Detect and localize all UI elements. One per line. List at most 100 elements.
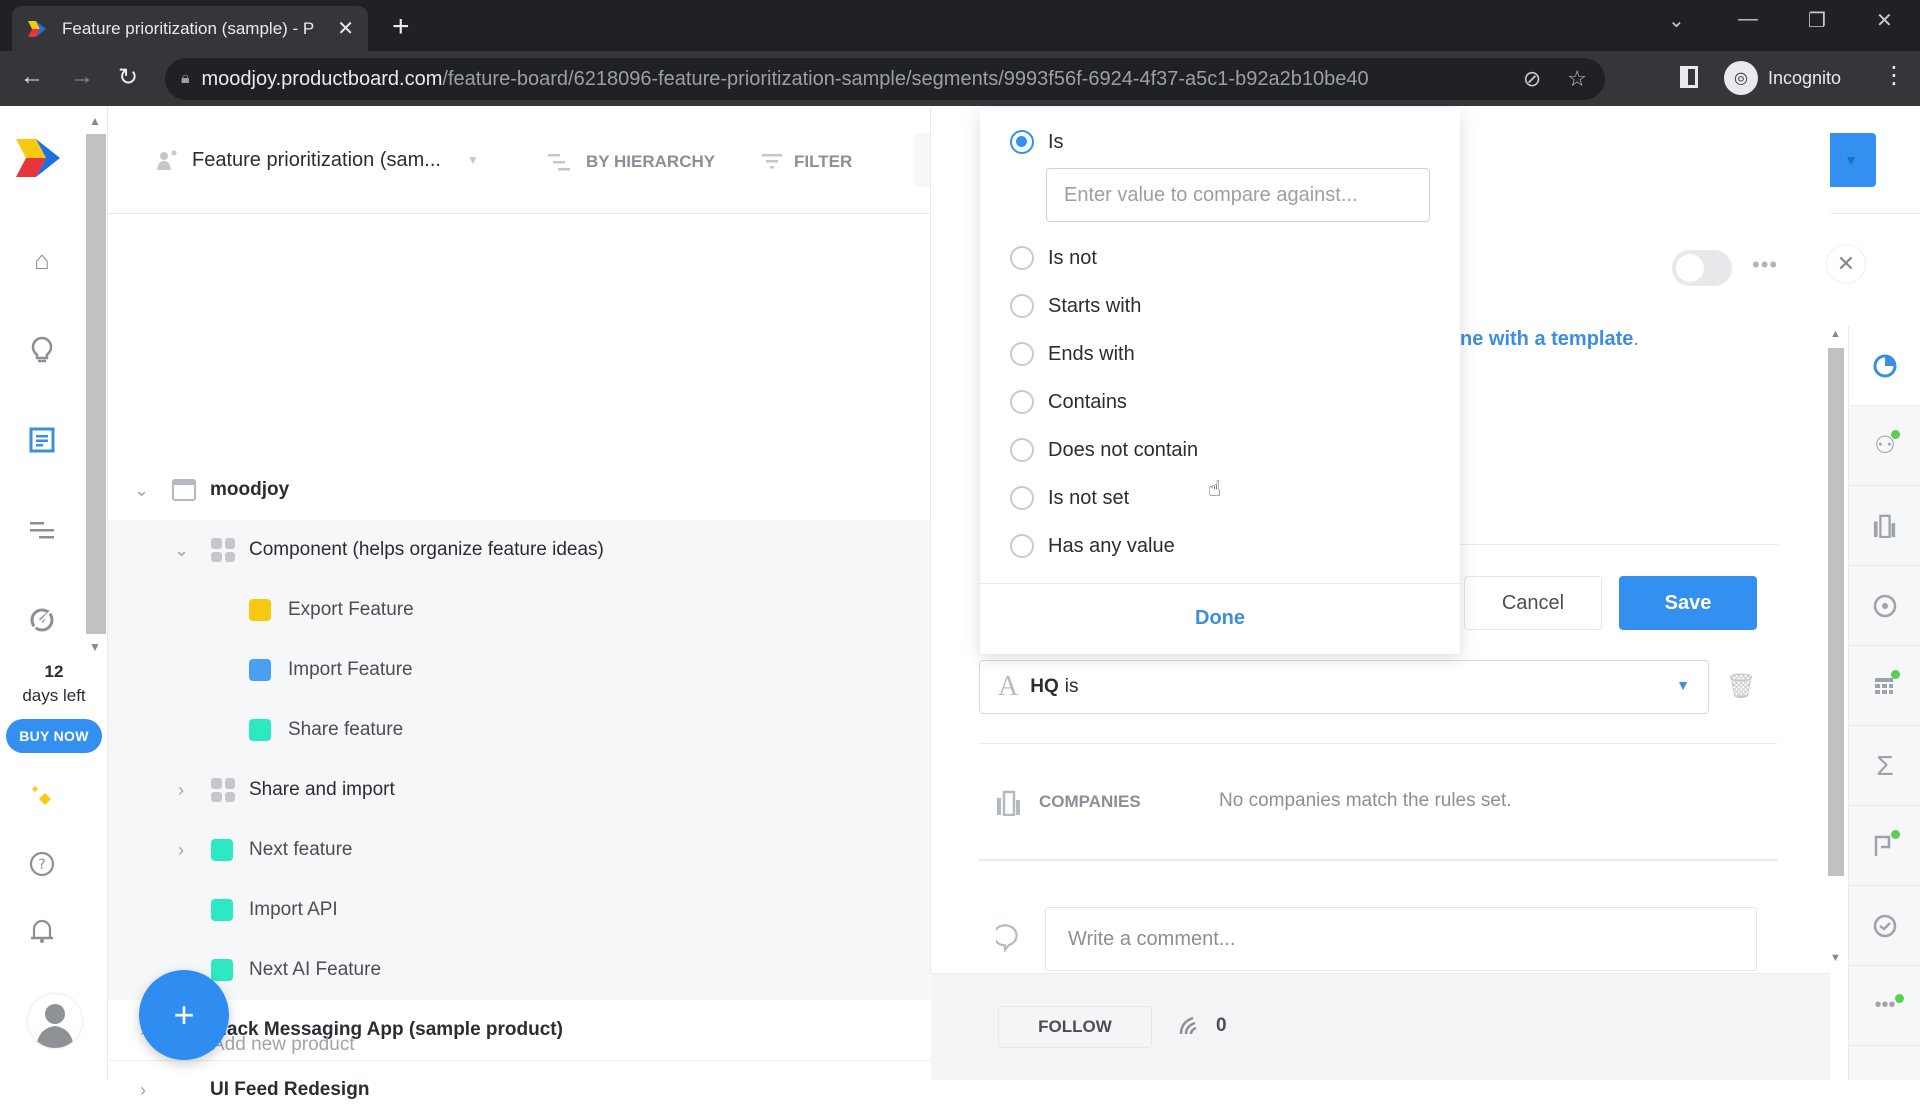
close-tab-icon[interactable]: ✕ bbox=[337, 16, 354, 41]
tree-row-feature[interactable]: Import Feature bbox=[108, 640, 930, 700]
rail-item-companies[interactable] bbox=[1849, 486, 1920, 566]
view-selector-dropdown[interactable]: Feature prioritization (sam... ▼ bbox=[156, 148, 479, 172]
rule-condition-select[interactable]: A HQ is ▼ bbox=[979, 660, 1709, 714]
cancel-button[interactable]: Cancel bbox=[1464, 576, 1602, 630]
close-icon: ✕ bbox=[1836, 251, 1856, 276]
tree-row-feature[interactable]: Import API bbox=[108, 880, 930, 940]
rail-item-users[interactable]: ⚇ bbox=[1849, 406, 1920, 486]
tracking-protection-icon[interactable]: ⊘ bbox=[1523, 66, 1541, 92]
operator-option-is-not-set[interactable]: Is not set bbox=[1010, 486, 1129, 510]
radio[interactable] bbox=[1010, 438, 1034, 462]
user-avatar[interactable] bbox=[28, 994, 82, 1048]
insights-bulb-icon[interactable] bbox=[26, 334, 58, 366]
target-icon bbox=[1873, 594, 1897, 617]
radio[interactable] bbox=[1010, 534, 1034, 558]
features-board-icon[interactable] bbox=[26, 424, 58, 456]
tree-row-feature[interactable]: Next AI Feature bbox=[108, 940, 930, 1000]
forward-button[interactable]: → bbox=[70, 63, 94, 91]
rail-item-flag[interactable] bbox=[1849, 806, 1920, 886]
minimize-button[interactable]: — bbox=[1738, 8, 1758, 31]
follow-button[interactable]: FOLLOW bbox=[998, 1006, 1152, 1048]
radio-selected[interactable] bbox=[1010, 130, 1034, 154]
strategy-compass-icon[interactable] bbox=[26, 604, 58, 636]
close-window-button[interactable]: ✕ bbox=[1876, 8, 1893, 33]
chevron-right-icon[interactable]: › bbox=[178, 780, 184, 801]
more-icon: ••• bbox=[1874, 994, 1896, 1016]
companies-label: COMPANIES bbox=[1039, 792, 1141, 811]
tab-search-icon[interactable]: ⌄ bbox=[1668, 8, 1685, 33]
home-icon[interactable]: ⌂ bbox=[26, 244, 58, 276]
rail-item-target[interactable] bbox=[1849, 566, 1920, 646]
browser-tab[interactable]: Feature prioritization (sample) - P ✕ bbox=[12, 6, 368, 51]
radio[interactable] bbox=[1010, 390, 1034, 414]
hand-cursor-icon: ☝︎ bbox=[1208, 476, 1222, 501]
operator-option-does-not-contain[interactable]: Does not contain bbox=[1010, 438, 1198, 462]
chevron-down-icon[interactable]: ⌄ bbox=[134, 480, 149, 501]
address-bar[interactable]: 🔒︎ moodjoy.productboard.com /feature-boa… bbox=[165, 58, 1605, 100]
template-link[interactable]: ne with a template. bbox=[1460, 328, 1639, 351]
back-button[interactable]: ← bbox=[20, 63, 44, 91]
notifications-bell-icon[interactable] bbox=[26, 914, 58, 946]
rail-item-check[interactable] bbox=[1849, 886, 1920, 966]
operator-option-contains[interactable]: Contains bbox=[1010, 390, 1127, 414]
productboard-logo-icon[interactable] bbox=[14, 138, 70, 178]
comment-input[interactable] bbox=[1045, 907, 1757, 971]
help-icon[interactable]: ? bbox=[26, 848, 58, 880]
new-tab-button[interactable]: + bbox=[392, 10, 410, 44]
tree-row-product[interactable]: ⌄ moodjoy bbox=[108, 460, 930, 520]
restore-button[interactable]: ❐ bbox=[1808, 8, 1826, 33]
operator-option-starts-with[interactable]: Starts with bbox=[1010, 294, 1141, 318]
template-link-text[interactable]: ne with a template bbox=[1460, 328, 1633, 350]
comment-icon bbox=[992, 924, 1022, 959]
done-button[interactable]: Done bbox=[980, 584, 1460, 652]
save-view-chevron-down-icon[interactable]: ▼ bbox=[1826, 152, 1876, 168]
operator-option-is[interactable]: Is bbox=[1010, 130, 1064, 154]
operator-option-has-any-value[interactable]: Has any value bbox=[1010, 534, 1175, 558]
add-fab-button[interactable]: + bbox=[139, 970, 229, 1060]
tree-row-feature[interactable]: › Next feature bbox=[108, 820, 930, 880]
chevron-right-icon[interactable]: › bbox=[140, 1080, 146, 1101]
option-label: Does not contain bbox=[1048, 438, 1199, 461]
profile-label: Incognito bbox=[1768, 67, 1842, 88]
compare-value-input[interactable] bbox=[1046, 168, 1430, 222]
buy-now-button[interactable]: BUY NOW bbox=[6, 719, 102, 753]
operator-option-is-not[interactable]: Is not bbox=[1010, 246, 1097, 270]
bookmark-star-icon[interactable]: ☆ bbox=[1567, 66, 1587, 92]
close-panel-button[interactable]: ✕ bbox=[1826, 244, 1866, 284]
rail-item-formula[interactable]: Σ bbox=[1849, 726, 1920, 806]
add-new-product-link[interactable]: Add new product bbox=[212, 1034, 355, 1056]
by-hierarchy-button[interactable]: BY HIERARCHY bbox=[548, 152, 715, 172]
rail-item-overview[interactable] bbox=[1849, 326, 1920, 406]
incognito-profile-button[interactable]: ◎ Incognito bbox=[1720, 56, 1880, 100]
left-nav-scrollbar[interactable]: ▲ ▼ bbox=[84, 112, 108, 662]
radio[interactable] bbox=[1010, 486, 1034, 510]
radio[interactable] bbox=[1010, 342, 1034, 366]
roadmap-icon[interactable] bbox=[26, 514, 58, 546]
browser-menu-icon[interactable]: ⋮ bbox=[1882, 61, 1906, 90]
detail-scrollbar[interactable]: ▲ ▼ bbox=[1826, 326, 1846, 970]
rail-item-more[interactable]: ••• bbox=[1849, 966, 1920, 1046]
rail-item-calculator[interactable] bbox=[1849, 646, 1920, 726]
tree-row-feature[interactable]: Share feature bbox=[108, 700, 930, 760]
side-panel-icon[interactable] bbox=[1680, 66, 1698, 88]
reload-button[interactable]: ↻ bbox=[118, 63, 138, 92]
sparkle-icon[interactable] bbox=[26, 782, 58, 814]
chevron-down-icon[interactable]: ⌄ bbox=[174, 540, 189, 561]
chevron-right-icon[interactable]: › bbox=[178, 840, 184, 861]
segment-toggle[interactable] bbox=[1672, 250, 1732, 286]
check-circle-icon bbox=[1873, 914, 1897, 937]
save-button[interactable]: Save bbox=[1619, 576, 1757, 630]
pie-chart-icon bbox=[1873, 354, 1897, 377]
operator-option-ends-with[interactable]: Ends with bbox=[1010, 342, 1135, 366]
radio[interactable] bbox=[1010, 246, 1034, 270]
tree-row-component[interactable]: ⌄ Component (helps organize feature idea… bbox=[108, 520, 930, 580]
tree-row-product[interactable]: › UI Feed Redesign bbox=[108, 1060, 930, 1120]
tree-row-feature[interactable]: Export Feature bbox=[108, 580, 930, 640]
delete-rule-trash-icon[interactable]: 🗑︎ bbox=[1726, 672, 1756, 701]
tree-row-component[interactable]: › Share and import bbox=[108, 760, 930, 820]
hierarchy-icon bbox=[548, 154, 570, 171]
filter-button[interactable]: FILTER bbox=[762, 152, 852, 172]
companies-building-icon bbox=[1873, 514, 1896, 538]
radio[interactable] bbox=[1010, 294, 1034, 318]
more-options-icon[interactable]: ••• bbox=[1752, 252, 1778, 278]
